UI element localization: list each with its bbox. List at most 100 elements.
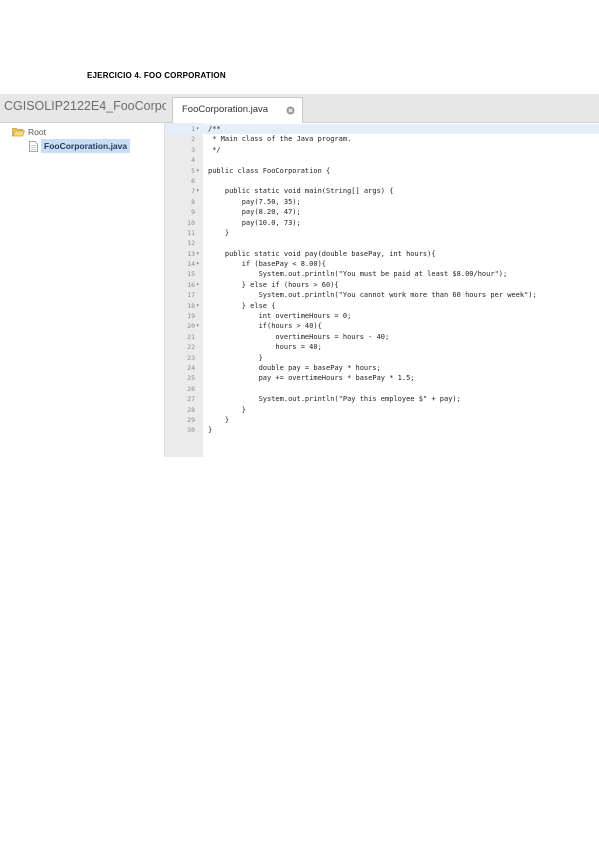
line-number: 15 [187,270,195,279]
fold-toggle-icon[interactable]: ▾ [196,321,202,331]
code-area[interactable]: 1 ▾/** 2 * Main class of the Java program.… [165,124,599,436]
fold-toggle-icon[interactable]: ▾ [196,249,202,259]
code-line[interactable]: 11 } [165,228,599,238]
line-number: 27 [187,395,195,404]
code-line[interactable]: 14 ▾ if (basePay < 8.00){ [165,259,599,269]
code-line[interactable]: 16 ▾ } else if (hours > 60){ [165,280,599,290]
tab-foocorporation-java[interactable]: FooCorporation.java [172,97,303,123]
line-number: 18 [187,301,195,310]
code-line[interactable]: 8 pay(7.50, 35); [165,197,599,207]
line-number: 20 [187,322,195,331]
line-number: 17 [187,291,195,300]
close-icon[interactable] [286,106,295,115]
code-line[interactable]: 17 System.out.println("You cannot work m… [165,290,599,300]
code-text: } else if (hours > 60){ [208,280,339,289]
project-title: CGISOLIP2122E4_FooCorpor [4,99,166,113]
code-line[interactable]: 29 } [165,415,599,425]
code-text: } else { [208,301,276,310]
fold-toggle-icon[interactable]: ▾ [196,280,202,290]
line-number: 7 [191,187,195,196]
code-text: System.out.println("You must be paid at … [208,270,508,279]
fold-toggle-icon[interactable]: ▾ [196,186,202,196]
code-line[interactable]: 5 ▾ public class FooCorporation { [165,166,599,176]
fold-toggle-icon[interactable]: ▾ [196,259,202,269]
code-line[interactable]: 7 ▾ public static void main(String[] args… [165,186,599,196]
tree-root-label: Root [28,127,46,137]
line-number: 12 [187,239,195,248]
fold-toggle-icon[interactable]: ▾ [196,166,202,176]
code-line[interactable]: 26 [165,384,599,394]
code-line[interactable]: 4 [165,155,599,165]
code-line[interactable]: 22 hours = 40; [165,342,599,352]
code-line[interactable]: 23 } [165,353,599,363]
line-number: 14 [187,260,195,269]
line-number: 28 [187,405,195,414]
code-line[interactable]: 9 pay(8.20, 47); [165,207,599,217]
line-number: 30 [187,426,195,435]
line-number: 16 [187,280,195,289]
line-number: 29 [187,415,195,424]
code-editor[interactable]: 1 ▾/** 2 * Main class of the Java program.… [164,123,599,457]
code-line[interactable]: 28 } [165,405,599,415]
line-number: 9 [191,208,195,217]
code-text: pay(7.50, 35); [208,197,301,206]
code-text: public static void pay(double basePay, i… [208,249,436,258]
code-text: int overtimeHours = 0; [208,312,352,321]
line-number: 4 [191,156,195,165]
code-text: */ [208,145,221,154]
code-text: pay(10.0, 73); [208,218,301,227]
exercise-heading: EJERCICIO 4. FOO CORPORATION [87,71,226,80]
code-text: } [208,228,230,237]
code-text: } [208,415,230,424]
code-line[interactable]: 21 overtimeHours = hours - 40; [165,332,599,342]
code-line[interactable]: 25 pay += overtimeHours * basePay * 1.5; [165,373,599,383]
code-line[interactable]: 27 System.out.println("Pay this employee… [165,394,599,404]
code-line[interactable]: 6 [165,176,599,186]
tree-root-item[interactable]: Root [12,126,46,138]
code-text: * Main class of the Java program. [208,135,352,144]
file-icon [29,140,38,152]
line-number: 21 [187,332,195,341]
code-line[interactable]: 12 [165,238,599,248]
folder-open-icon [12,128,25,137]
line-number: 8 [191,197,195,206]
tree-file-label: FooCorporation.java [41,139,131,153]
line-number: 11 [187,228,195,237]
code-text: } [208,353,263,362]
code-text: overtimeHours = hours - 40; [208,332,390,341]
code-line[interactable]: 20 ▾ if(hours > 40){ [165,321,599,331]
tree-file-item[interactable]: FooCorporation.java [29,139,131,153]
code-text: pay += overtimeHours * basePay * 1.5; [208,374,415,383]
line-number: 1 [191,125,195,133]
code-text: System.out.println("You cannot work more… [208,291,537,300]
line-number: 3 [191,145,195,154]
code-line[interactable]: 10 pay(10.0, 73); [165,218,599,228]
code-text: hours = 40; [208,343,322,352]
code-line[interactable]: 13 ▾ public static void pay(double basePa… [165,249,599,259]
code-text: double pay = basePay * hours; [208,363,381,372]
code-line[interactable]: 19 int overtimeHours = 0; [165,311,599,321]
code-line[interactable]: 30} [165,425,599,435]
editor-tab-strip: FooCorporation.java [166,94,599,123]
line-number: 5 [191,166,195,175]
code-line[interactable]: 3 */ [165,145,599,155]
line-number: 2 [191,135,195,144]
code-text: } [208,405,246,414]
tab-label: FooCorporation.java [182,104,269,115]
line-number: 23 [187,353,195,362]
code-line[interactable]: 2 * Main class of the Java program. [165,134,599,144]
line-number: 13 [187,249,195,258]
code-text: System.out.println("Pay this employee $"… [208,395,461,404]
code-text: public class FooCorporation { [208,166,331,175]
code-line[interactable]: 24 double pay = basePay * hours; [165,363,599,373]
code-line[interactable]: 18 ▾ } else { [165,301,599,311]
fold-toggle-icon[interactable]: ▾ [196,301,202,311]
code-text: pay(8.20, 47); [208,208,301,217]
code-line[interactable]: 15 System.out.println("You must be paid … [165,269,599,279]
code-text: /** [208,125,221,133]
line-number: 6 [191,176,195,185]
code-text: public static void main(String[] args) { [208,187,394,196]
line-number: 22 [187,343,195,352]
code-line[interactable]: 1 ▾ /** [165,124,599,135]
fold-toggle-icon[interactable]: ▾ [196,124,202,134]
